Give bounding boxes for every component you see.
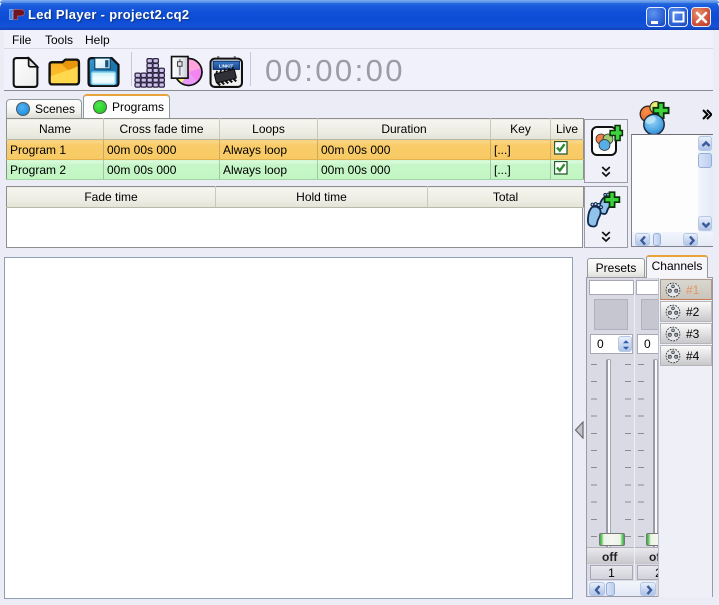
svg-text:LINKIT: LINKIT (219, 64, 234, 69)
